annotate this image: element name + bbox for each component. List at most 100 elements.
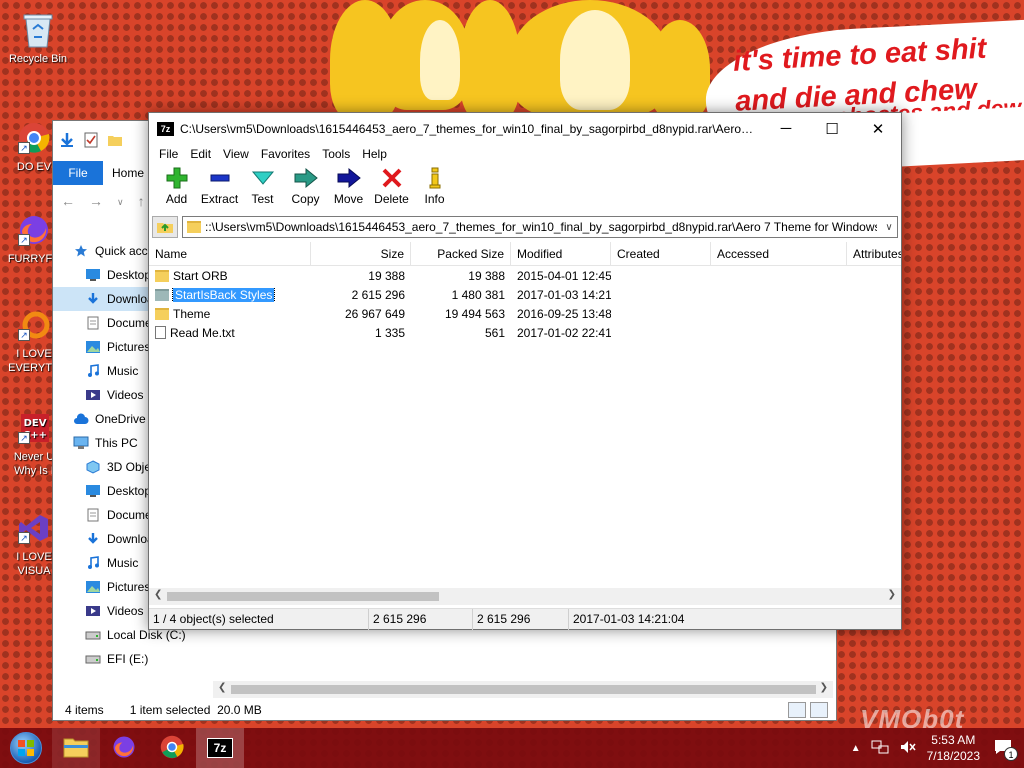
- network-icon[interactable]: [871, 739, 889, 758]
- close-button[interactable]: ✕: [855, 113, 901, 144]
- extract-icon: [208, 166, 232, 190]
- delete-button[interactable]: Delete: [370, 166, 413, 206]
- table-row[interactable]: Theme 26 967 649 19 494 563 2016-09-25 13:4…: [149, 304, 901, 323]
- column-header-modified[interactable]: Modified: [511, 242, 611, 266]
- new-folder-icon[interactable]: [107, 132, 123, 151]
- taskbar-7zip[interactable]: 7z: [196, 728, 244, 768]
- firefox-icon: [112, 735, 136, 762]
- download-icon: [85, 291, 101, 307]
- cell-modified: 2017-01-03 14:21: [517, 287, 611, 302]
- column-header-name[interactable]: Name: [149, 242, 311, 266]
- menu-item-help[interactable]: Help: [356, 147, 393, 161]
- scrollbar-thumb[interactable]: [167, 592, 439, 601]
- forward-arrow-icon[interactable]: →: [89, 193, 103, 211]
- toolbar: Add Extract Test Copy Move Delete Info: [149, 164, 901, 214]
- scrollbar-thumb[interactable]: [231, 685, 816, 694]
- menu-item-edit[interactable]: Edit: [184, 147, 217, 161]
- up-arrow-icon[interactable]: ↑: [138, 193, 145, 211]
- test-button[interactable]: Test: [241, 166, 284, 206]
- menu-item-favorites[interactable]: Favorites: [255, 147, 316, 161]
- file-name: StartIsBack Styles: [171, 287, 276, 302]
- add-button[interactable]: Add: [155, 166, 198, 206]
- ribbon-tab-home[interactable]: Home: [103, 161, 153, 185]
- disk-icon: [85, 651, 101, 667]
- up-folder-button[interactable]: [152, 216, 178, 238]
- file-name: Read Me.txt: [170, 325, 235, 340]
- folder-icon: [187, 221, 201, 233]
- scroll-right-icon[interactable]: ❯: [820, 682, 828, 693]
- start-button[interactable]: [0, 728, 52, 768]
- properties-icon[interactable]: [83, 132, 99, 151]
- chevron-up-icon[interactable]: ▲: [851, 743, 861, 754]
- window-title: C:\Users\vm5\Downloads\1615446453_aero_7…: [180, 121, 763, 136]
- volume-muted-icon[interactable]: [899, 739, 917, 758]
- cell-packed: 19 388: [468, 268, 505, 283]
- column-header-attributes[interactable]: Attributes: [847, 242, 901, 266]
- add-icon: [165, 166, 189, 190]
- windows-logo-icon: [10, 732, 42, 764]
- sidebar-item-label: Videos: [107, 604, 144, 618]
- sidebar-item-label: OneDrive: [95, 412, 146, 426]
- copy-button[interactable]: Copy: [284, 166, 327, 206]
- desktop-icon-recycle-bin[interactable]: Recycle Bin: [8, 10, 68, 66]
- status-item-count: 4 items: [65, 703, 104, 717]
- details-view-button[interactable]: [788, 702, 806, 718]
- column-header-accessed[interactable]: Accessed: [711, 242, 847, 266]
- music-icon: [85, 363, 101, 379]
- column-header-size[interactable]: Size: [311, 242, 411, 266]
- menu-item-file[interactable]: File: [153, 147, 184, 161]
- text-file-icon: [155, 326, 166, 339]
- minimize-button[interactable]: ─: [763, 113, 809, 144]
- file-rows: Start ORB 19 388 19 388 2015-04-01 12:45 Sta…: [149, 266, 901, 342]
- info-button[interactable]: Info: [413, 166, 456, 206]
- chevron-down-icon[interactable]: ∨: [881, 222, 897, 233]
- shortcut-arrow-icon: ↗: [18, 532, 30, 544]
- ribbon-tab-file[interactable]: File: [53, 161, 103, 185]
- recent-dropdown-icon[interactable]: ∨: [117, 193, 124, 211]
- sidebar-item-label: Local Disk (C:): [107, 628, 186, 642]
- table-row[interactable]: Read Me.txt 1 335 561 2017-01-02 22:41: [149, 323, 901, 342]
- taskbar-firefox[interactable]: [100, 728, 148, 768]
- clock[interactable]: 5:53 AM 7/18/2023: [927, 732, 980, 764]
- menu-bar: File Edit View Favorites Tools Help: [149, 144, 901, 164]
- column-header-created[interactable]: Created: [611, 242, 711, 266]
- cell-name: Start ORB: [149, 269, 311, 283]
- sidebar-item-label: EFI (E:): [107, 652, 149, 666]
- sidebar-item-label: Pictures: [107, 580, 151, 594]
- taskbar-chrome[interactable]: [148, 728, 196, 768]
- back-arrow-icon[interactable]: ←: [61, 193, 75, 211]
- move-icon: [337, 166, 361, 190]
- 7zip-titlebar[interactable]: 7z C:\Users\vm5\Downloads\1615446453_aer…: [149, 113, 901, 144]
- status-selection: 1 item selected 20.0 MB: [129, 703, 262, 717]
- move-button[interactable]: Move: [327, 166, 370, 206]
- meme-text: it's time to eat shit and die and chew c…: [732, 26, 1024, 122]
- taskbar-file-explorer[interactable]: [52, 728, 100, 768]
- horizontal-scrollbar[interactable]: ❮ ❯: [149, 588, 901, 605]
- document-icon: [85, 507, 101, 523]
- maximize-button[interactable]: ☐: [809, 113, 855, 144]
- cell-packed: 19 494 563: [444, 306, 505, 321]
- folder-icon: [155, 288, 169, 301]
- table-row[interactable]: Start ORB 19 388 19 388 2015-04-01 12:45: [149, 266, 901, 285]
- scroll-left-icon[interactable]: ❮: [154, 589, 162, 600]
- extract-button[interactable]: Extract: [198, 166, 241, 206]
- explorer-horizontal-scrollbar[interactable]: ❮ ❯: [213, 681, 833, 698]
- sidebar-item-label: Pictures: [107, 340, 151, 354]
- 7zip-window[interactable]: 7z C:\Users\vm5\Downloads\1615446453_aer…: [148, 112, 902, 630]
- file-list: Name Size Packed Size Modified Created A…: [149, 242, 901, 588]
- notification-button[interactable]: 1: [990, 735, 1018, 761]
- address-bar[interactable]: ::\Users\vm5\Downloads\1615446453_aero_7…: [182, 216, 898, 238]
- disk-icon: [85, 627, 101, 643]
- column-header-packed-size[interactable]: Packed Size: [411, 242, 511, 266]
- menu-item-tools[interactable]: Tools: [316, 147, 356, 161]
- scroll-left-icon[interactable]: ❮: [218, 682, 226, 693]
- scroll-right-icon[interactable]: ❯: [888, 589, 896, 600]
- sidebar-item-label: Music: [107, 364, 139, 378]
- document-icon: [85, 315, 101, 331]
- menu-item-view[interactable]: View: [217, 147, 255, 161]
- up-folder-icon: [156, 218, 174, 237]
- download-icon: [85, 531, 101, 547]
- sidebar-item[interactable]: EFI (E:): [53, 647, 213, 671]
- large-icons-view-button[interactable]: [810, 702, 828, 718]
- table-row[interactable]: StartIsBack Styles 2 615 296 1 480 381 2017…: [149, 285, 901, 304]
